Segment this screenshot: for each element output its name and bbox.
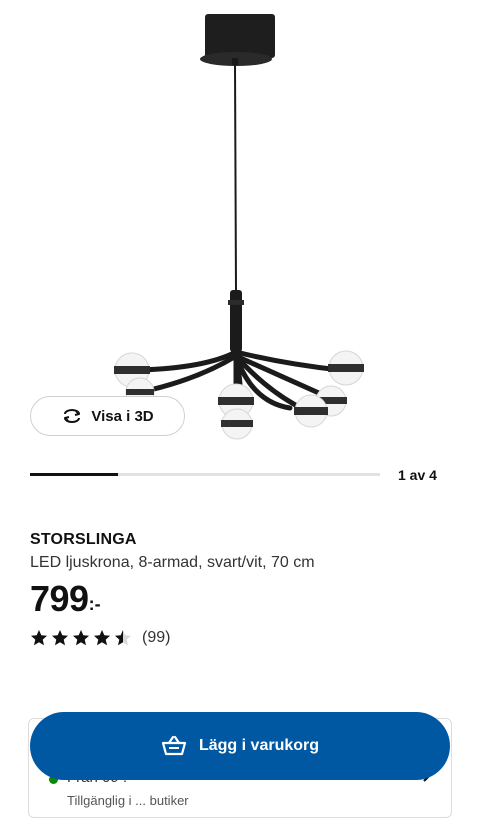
carousel-progress-fill xyxy=(30,473,118,476)
add-to-cart-label: Lägg i varukorg xyxy=(198,737,320,754)
product-description: LED ljuskrona, 8-armad, svart/vit, 70 cm xyxy=(30,554,315,571)
rating-stars xyxy=(30,629,132,647)
star-full-icon xyxy=(31,630,47,646)
add-to-cart-button[interactable]: Lägg i varukorg xyxy=(30,712,450,780)
star-full-icon xyxy=(73,630,89,646)
carousel-counter: 1 av 4 xyxy=(398,467,437,483)
price-value: 799 xyxy=(30,578,89,619)
rotate-3d-icon xyxy=(64,409,81,423)
view-3d-label: Visa i 3D xyxy=(91,407,154,425)
product-name: STORSLINGA xyxy=(30,531,137,548)
star-full-icon xyxy=(52,630,68,646)
price-suffix: :- xyxy=(88,594,101,614)
star-half-icon xyxy=(115,630,131,646)
product-image[interactable] xyxy=(0,0,480,460)
view-3d-button[interactable]: Visa i 3D xyxy=(30,396,185,436)
product-price: 799 :- xyxy=(30,580,101,618)
availability-sub: Tillgänglig i ... butiker xyxy=(67,793,189,808)
star-full-icon xyxy=(94,630,110,646)
carousel-progress-bar xyxy=(30,473,380,476)
product-rating[interactable]: (99) xyxy=(30,629,170,647)
basket-icon xyxy=(161,735,187,756)
review-count: (99) xyxy=(142,629,171,646)
